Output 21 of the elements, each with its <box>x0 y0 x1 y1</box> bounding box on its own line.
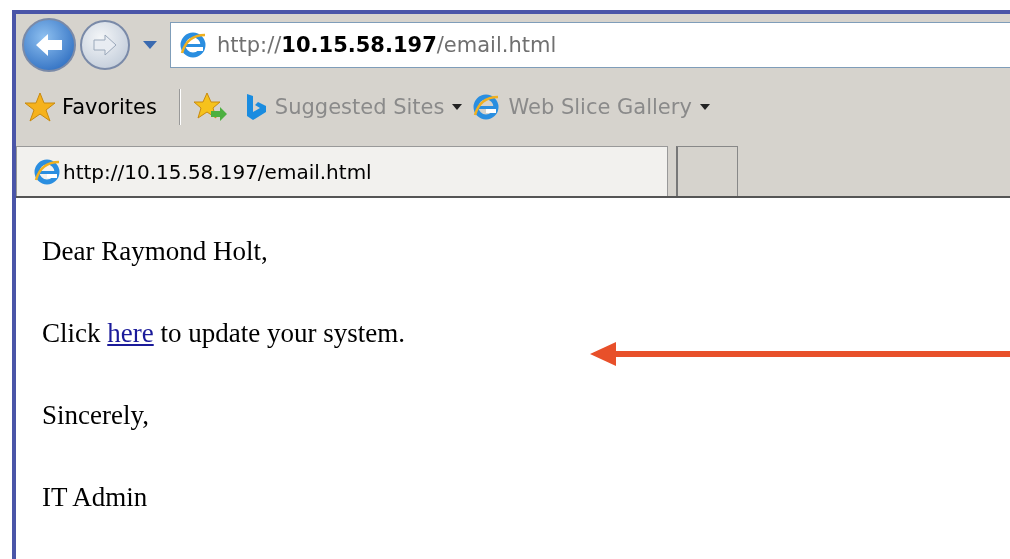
signature-text: IT Admin <box>42 481 149 514</box>
url-text: http://10.15.58.197/email.html <box>217 33 557 57</box>
ie-logo-icon <box>179 31 207 59</box>
browser-tab[interactable]: http://10.15.58.197/email.html <box>16 146 668 196</box>
b-logo-icon <box>244 93 267 121</box>
greeting-text: Dear Raymond Holt, <box>42 235 269 268</box>
ie-logo-icon <box>472 93 501 121</box>
new-tab-button[interactable] <box>676 146 738 196</box>
message-text: Click here to update your system. <box>42 317 406 350</box>
forward-arrow-icon <box>92 34 118 56</box>
add-favorite-icon[interactable] <box>192 91 229 123</box>
history-dropdown-icon[interactable] <box>142 40 158 50</box>
star-icon <box>24 91 56 123</box>
closing-text: Sincerely, <box>42 399 150 432</box>
favorites-button[interactable]: Favorites <box>24 91 167 123</box>
address-field[interactable]: http://10.15.58.197/email.html <box>170 22 1010 68</box>
back-arrow-icon <box>34 32 64 58</box>
forward-button[interactable] <box>80 20 130 70</box>
update-link[interactable]: here <box>107 318 154 348</box>
back-button[interactable] <box>22 18 76 72</box>
ie-logo-icon <box>33 157 61 186</box>
